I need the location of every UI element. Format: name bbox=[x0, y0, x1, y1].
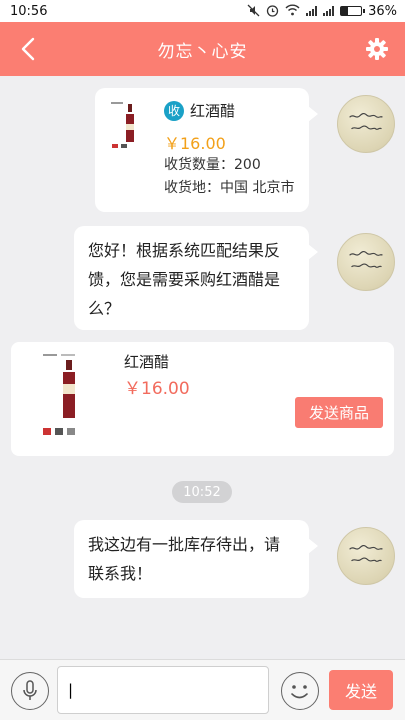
status-bar: 10:56 36% bbox=[0, 0, 405, 22]
product-name: 红酒醋 bbox=[190, 102, 236, 120]
product-card-price: ￥16.00 bbox=[124, 379, 190, 399]
product-thumbnail bbox=[109, 100, 153, 150]
microphone-icon bbox=[23, 680, 37, 700]
product-card-name: 红酒醋 bbox=[124, 353, 170, 371]
avatar[interactable] bbox=[337, 233, 395, 291]
input-bar: 发送 bbox=[0, 659, 405, 720]
mute-icon bbox=[247, 4, 260, 19]
wifi-icon bbox=[285, 4, 300, 18]
message-input[interactable] bbox=[57, 666, 269, 714]
signal-icon bbox=[306, 6, 318, 16]
gear-icon bbox=[366, 38, 388, 60]
product-name-row: 收 红酒醋 bbox=[164, 100, 235, 121]
chevron-left-icon bbox=[21, 37, 35, 61]
message-text: 您好！根据系统匹配结果反馈，您是需要采购红酒醋是么？ bbox=[88, 241, 281, 318]
product-price: ￥16.00 bbox=[164, 134, 226, 153]
message-bubble[interactable]: 您好！根据系统匹配结果反馈，您是需要采购红酒醋是么？ bbox=[74, 226, 318, 330]
message-bubble[interactable]: 我这边有一批库存待出，请联系我！ bbox=[74, 520, 318, 598]
voice-button[interactable] bbox=[11, 672, 49, 710]
battery-icon bbox=[340, 6, 366, 16]
alarm-icon bbox=[266, 4, 279, 19]
back-button[interactable] bbox=[16, 35, 40, 63]
battery-percent: 36% bbox=[368, 3, 397, 19]
timestamp: 10:52 bbox=[172, 481, 232, 503]
chat-header: 勿忘丶心安 bbox=[0, 22, 405, 76]
send-button[interactable]: 发送 bbox=[329, 670, 393, 710]
send-product-button[interactable]: 发送商品 bbox=[295, 397, 383, 428]
smiley-icon bbox=[291, 685, 308, 699]
product-card: 红酒醋 ￥16.00 发送商品 bbox=[11, 342, 394, 456]
emoji-button[interactable] bbox=[281, 672, 319, 710]
page-title: 勿忘丶心安 bbox=[157, 41, 248, 62]
product-quantity: 收货数量：200 bbox=[164, 157, 261, 173]
avatar[interactable] bbox=[337, 95, 395, 153]
settings-button[interactable] bbox=[365, 37, 389, 61]
status-icons: 36% bbox=[247, 4, 397, 19]
product-info-bubble[interactable]: 收 红酒醋 ￥16.00 收货数量：200 收货地：中国 北京市 bbox=[95, 88, 318, 212]
received-badge: 收 bbox=[164, 100, 184, 121]
message-text: 我这边有一批库存待出，请联系我！ bbox=[88, 535, 281, 583]
product-location: 收货地：中国 北京市 bbox=[164, 180, 295, 196]
avatar[interactable] bbox=[337, 527, 395, 585]
battery-level bbox=[341, 7, 349, 15]
signal-icon bbox=[323, 6, 335, 16]
product-card-thumbnail bbox=[41, 352, 97, 442]
status-time: 10:56 bbox=[10, 3, 48, 19]
